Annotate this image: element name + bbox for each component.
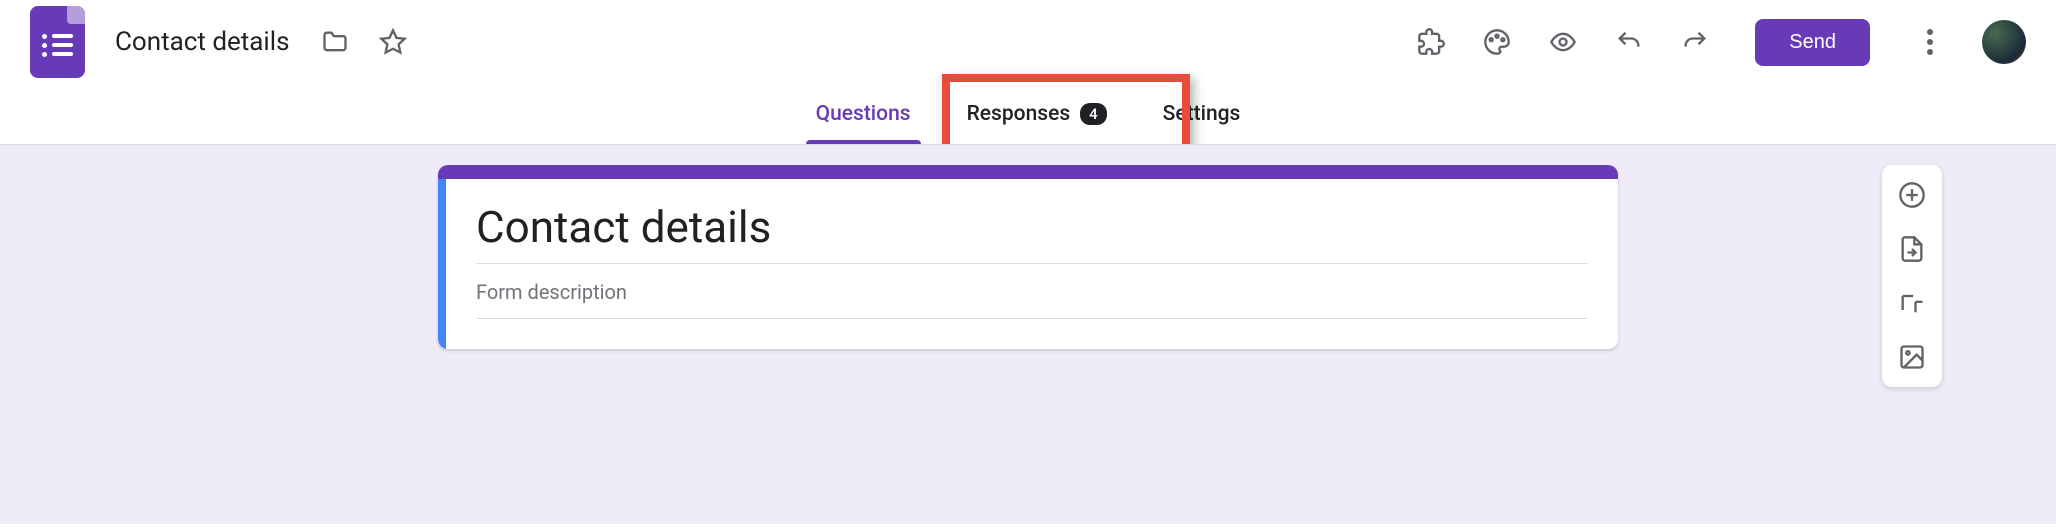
app-header: Contact details Send	[0, 0, 2056, 84]
import-questions-icon[interactable]	[1898, 235, 1926, 263]
form-header-card[interactable]: Contact details Form description	[438, 165, 1618, 349]
document-title[interactable]: Contact details	[115, 27, 289, 57]
redo-icon[interactable]	[1671, 18, 1719, 66]
tab-questions[interactable]: Questions	[796, 86, 931, 142]
form-description-input[interactable]: Form description	[476, 280, 1588, 319]
card-body: Contact details Form description	[438, 179, 1618, 349]
tabs-bar: Questions Responses 4 Settings	[0, 84, 2056, 144]
star-icon[interactable]	[369, 18, 417, 66]
tab-responses[interactable]: Responses 4	[947, 86, 1127, 142]
forms-app-icon[interactable]	[30, 6, 85, 78]
move-to-folder-icon[interactable]	[311, 18, 359, 66]
addons-icon[interactable]	[1407, 18, 1455, 66]
tab-label: Settings	[1163, 102, 1241, 126]
preview-icon[interactable]	[1539, 18, 1587, 66]
more-options-icon[interactable]	[1906, 18, 1954, 66]
responses-count-badge: 4	[1080, 103, 1107, 125]
tab-label: Questions	[816, 102, 911, 126]
undo-icon[interactable]	[1605, 18, 1653, 66]
floating-toolbar	[1882, 165, 1942, 387]
send-button[interactable]: Send	[1755, 19, 1870, 66]
add-question-icon[interactable]	[1898, 181, 1926, 209]
form-canvas: Contact details Form description	[0, 144, 2056, 524]
add-title-icon[interactable]	[1898, 289, 1926, 317]
tab-label: Responses	[967, 102, 1071, 126]
form-title-input[interactable]: Contact details	[476, 201, 1588, 264]
customize-theme-icon[interactable]	[1473, 18, 1521, 66]
header-tools: Send	[1407, 18, 2036, 66]
card-accent-bar	[438, 165, 1618, 179]
add-image-icon[interactable]	[1898, 343, 1926, 371]
account-avatar[interactable]	[1982, 20, 2026, 64]
tab-settings[interactable]: Settings	[1143, 86, 1261, 142]
